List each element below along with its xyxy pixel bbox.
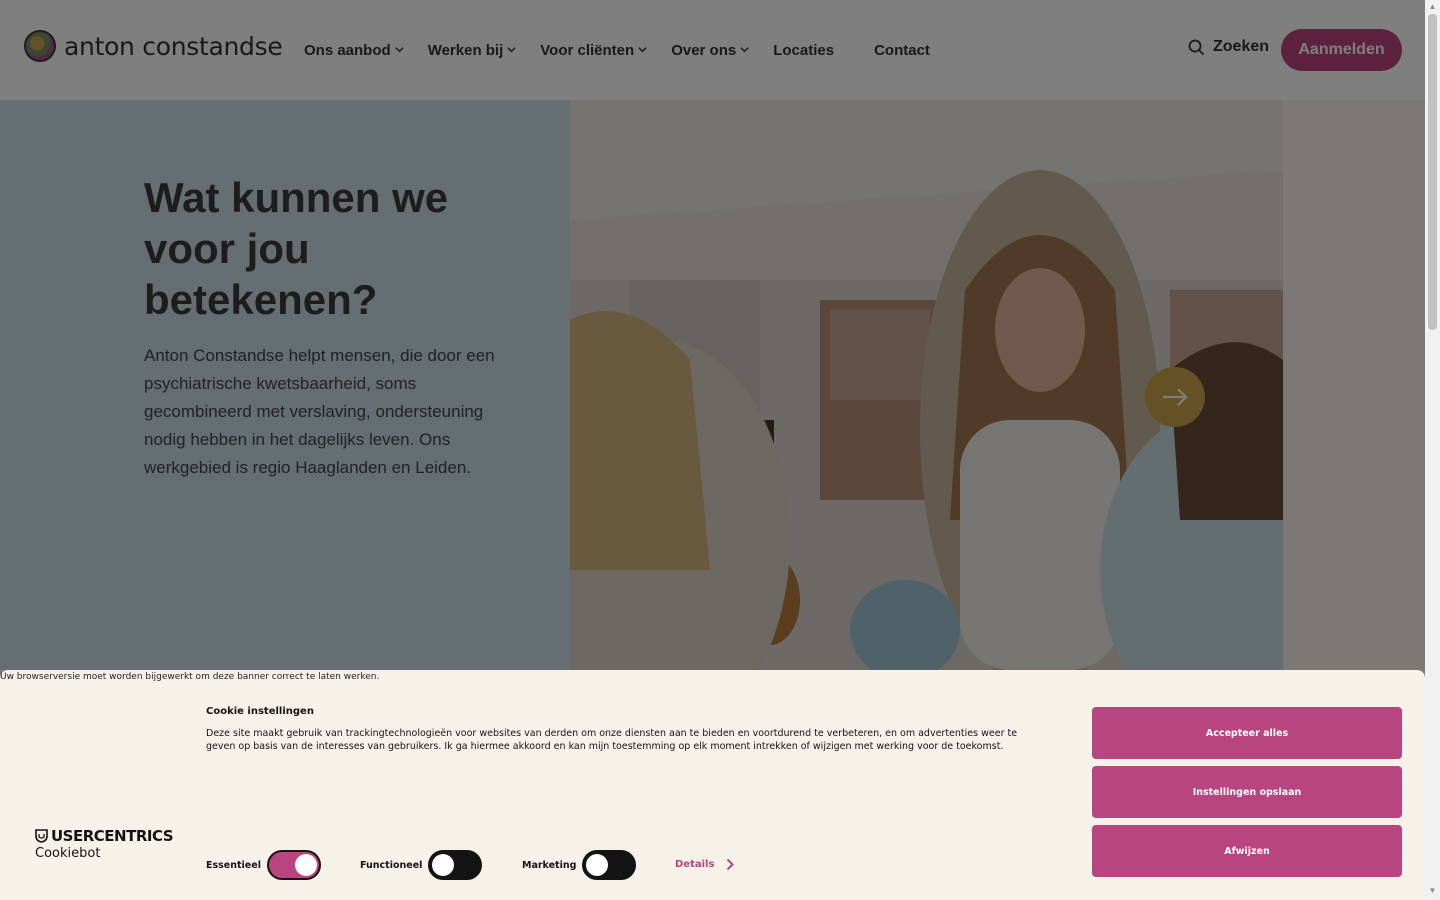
browser-warning: Uw browserversie moet worden bijgewerkt … (0, 672, 380, 682)
accept-all-button[interactable]: Accepteer alles (1092, 707, 1402, 759)
cookie-banner: Uw browserversie moet worden bijgewerkt … (0, 670, 1425, 900)
usercentrics-sub: Cookiebot (35, 846, 101, 861)
scroll-up-icon[interactable]: ▲ (1428, 2, 1437, 11)
toggle-label: Essentieel (206, 859, 261, 871)
details-label: Details (675, 859, 715, 870)
scroll-down-icon[interactable]: ▼ (1428, 886, 1437, 895)
switch-knob (294, 854, 317, 876)
details-link[interactable]: Details (675, 858, 735, 871)
page-scrollbar[interactable]: ▲ ▼ (1425, 0, 1440, 900)
switch-knob (432, 854, 455, 876)
toggle-label: Marketing (522, 859, 577, 871)
usercentrics-brand: USERCENTRICS (35, 827, 174, 845)
marketing-switch[interactable] (582, 850, 637, 880)
essentieel-switch[interactable] (266, 850, 321, 880)
switch-knob (586, 854, 609, 876)
toggle-functioneel: Functioneel (360, 850, 483, 880)
usercentrics-logo[interactable]: USERCENTRICS Cookiebot (35, 827, 174, 861)
toggle-marketing: Marketing (522, 850, 637, 880)
scroll-thumb[interactable] (1428, 14, 1437, 330)
shield-icon (35, 829, 48, 843)
toggle-essentieel: Essentieel (206, 850, 321, 880)
chevron-right-icon (727, 858, 735, 871)
cookie-body: Deze site maakt gebruik van trackingtech… (206, 728, 1018, 752)
brand-text: USERCENTRICS (51, 827, 174, 845)
toggle-label: Functioneel (360, 859, 423, 871)
functioneel-switch[interactable] (428, 850, 483, 880)
save-settings-button[interactable]: Instellingen opslaan (1092, 766, 1402, 818)
reject-button[interactable]: Afwijzen (1092, 825, 1402, 877)
cookie-title: Cookie instellingen (206, 706, 314, 717)
